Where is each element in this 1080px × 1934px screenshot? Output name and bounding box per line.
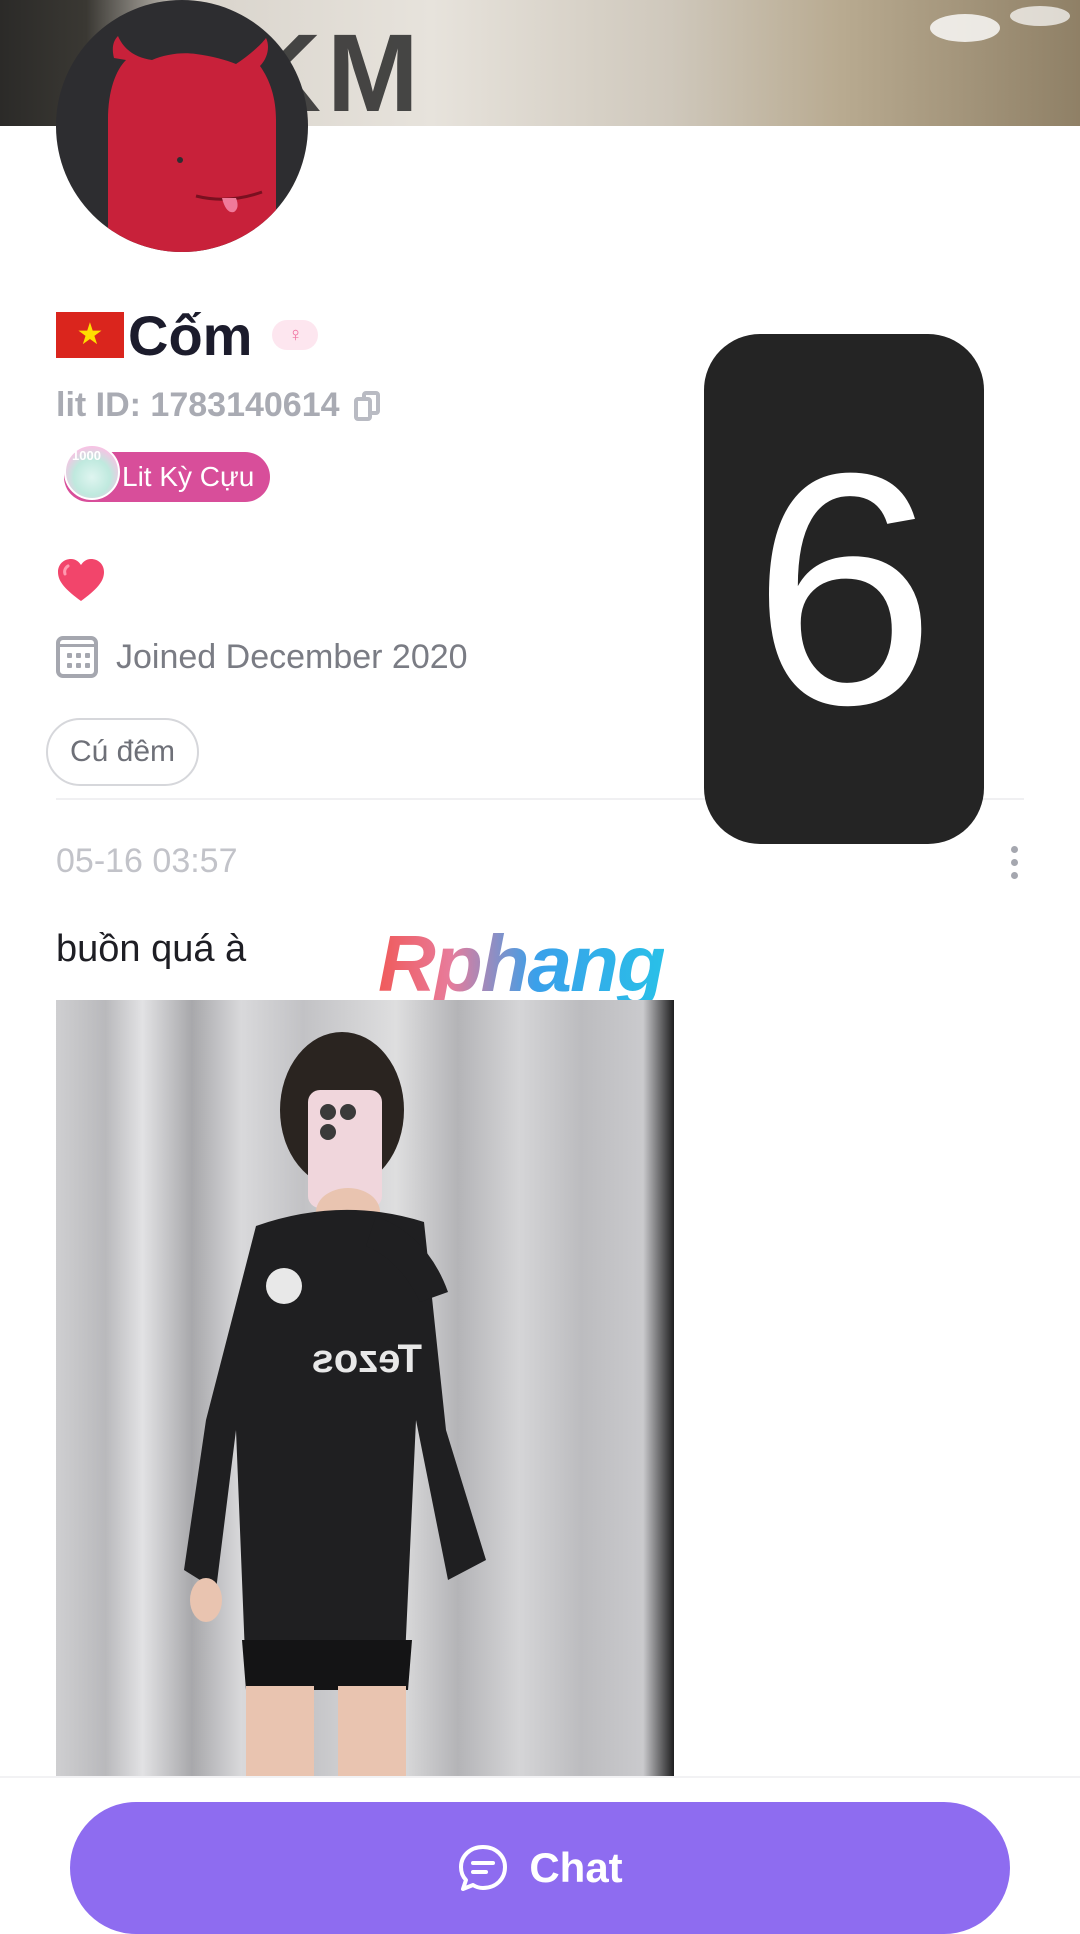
female-gender-icon: ♀	[272, 320, 319, 350]
calendar-icon	[56, 636, 98, 678]
chat-button[interactable]: Chat	[70, 1802, 1010, 1934]
devil-avatar-icon	[108, 36, 276, 252]
profile-name-row: ★ Cốm ♀	[56, 300, 319, 370]
interest-tag[interactable]: Cú đêm	[46, 718, 200, 786]
chat-button-label: Chat	[529, 1844, 623, 1891]
heart-icon	[58, 559, 104, 601]
lit-id: lit ID: 1783140614	[56, 386, 380, 425]
chat-bubble-icon	[459, 1845, 508, 1891]
profile-name: Cốm	[128, 303, 253, 367]
badge-mascot-icon: 1000	[64, 444, 120, 500]
shirt-text: Tezos	[312, 1337, 422, 1381]
overlay-number: 6	[752, 404, 936, 773]
post-timestamp: 05-16 03:57	[56, 842, 238, 880]
badge-label: Lit Kỳ Cựu	[122, 461, 255, 492]
post-photo[interactable]: Tezos	[56, 1000, 674, 1776]
post-text: buồn quá à	[56, 928, 247, 970]
copy-icon[interactable]	[353, 390, 380, 421]
avatar[interactable]	[56, 0, 308, 252]
veteran-badge[interactable]: 1000 Lit Kỳ Cựu	[64, 444, 271, 502]
joined-text: Joined December 2020	[116, 637, 468, 676]
badge-number: 1000	[72, 448, 101, 463]
selfie-figure: Tezos	[184, 1032, 486, 1776]
lit-id-text: lit ID: 1783140614	[56, 386, 340, 424]
joined-date: Joined December 2020	[56, 636, 468, 678]
watermark-logo: Rphang	[378, 919, 666, 1008]
more-vertical-icon[interactable]	[1006, 846, 1022, 880]
vietnam-flag-icon: ★	[56, 312, 124, 358]
number-overlay: 6	[704, 334, 984, 844]
